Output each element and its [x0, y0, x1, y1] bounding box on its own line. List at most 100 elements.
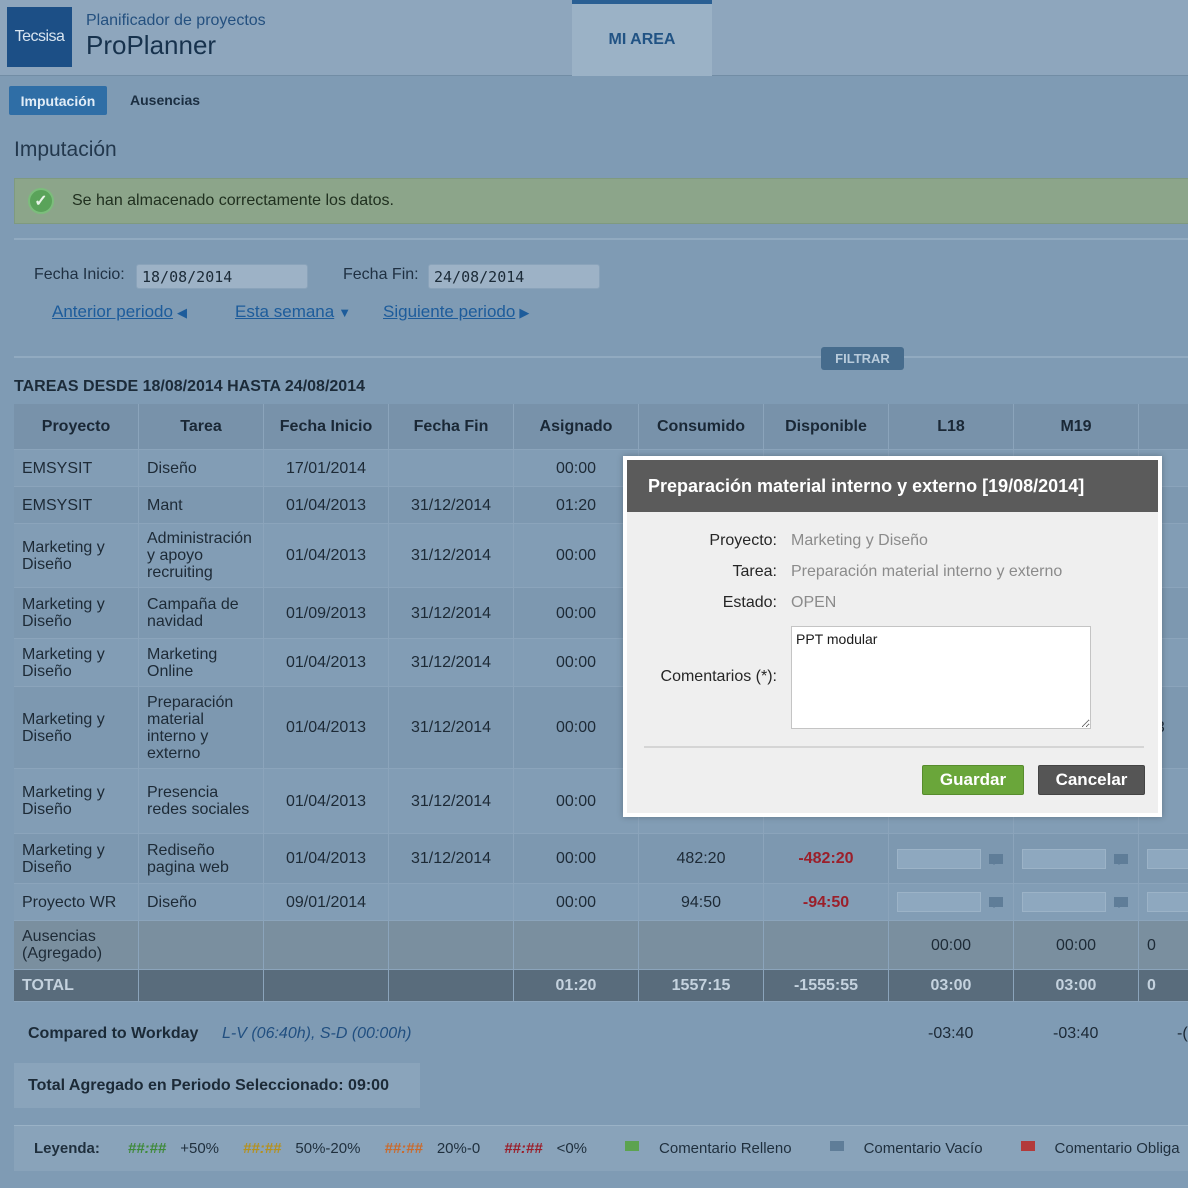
- hours-input[interactable]: [897, 892, 981, 912]
- column-header[interactable]: M19: [1014, 404, 1139, 449]
- cell-proyecto: EMSYSIT: [14, 487, 139, 523]
- column-header: Tarea: [139, 404, 264, 449]
- modal-comments-label: Comentarios (*):: [660, 668, 777, 685]
- legend-label: <0%: [556, 1140, 588, 1157]
- cell-disponible: -482:20: [764, 834, 889, 883]
- modal-divider: [644, 746, 1144, 748]
- cell-fecha-inicio: 01/04/2013: [264, 769, 389, 833]
- column-header[interactable]: L18: [889, 404, 1014, 449]
- cell-proyecto: Ausencias (Agregado): [14, 921, 139, 969]
- legend-item: Comentario Vacío: [829, 1140, 983, 1157]
- modal-proyecto-label: Proyecto:: [709, 532, 777, 549]
- column-header: Asignado: [514, 404, 639, 449]
- comment-icon[interactable]: [989, 897, 1003, 908]
- this-week-link[interactable]: Esta semana ▼: [235, 302, 351, 322]
- table-header-row: Proyecto Tarea Fecha Inicio Fecha Fin As…: [14, 404, 1188, 450]
- hours-input[interactable]: [1022, 892, 1106, 912]
- hours-input[interactable]: [1147, 892, 1188, 912]
- cell-fecha-fin: 31/12/2014: [389, 487, 514, 523]
- legend-label: 20%-0: [436, 1140, 481, 1157]
- filter-button[interactable]: FILTRAR: [821, 347, 904, 370]
- cell-proyecto: Marketing y Diseño: [14, 687, 139, 768]
- table-row: Marketing y Diseño Rediseño pagina web 0…: [14, 834, 1188, 884]
- cell-tarea: Presencia redes sociales: [139, 769, 264, 833]
- cell-asignado: 00:00: [514, 450, 639, 486]
- cell-proyecto: Marketing y Diseño: [14, 834, 139, 883]
- hours-input[interactable]: [1147, 848, 1188, 869]
- legend-item: ##:## <0%: [504, 1140, 587, 1157]
- cell-fecha-fin: 31/12/2014: [389, 769, 514, 833]
- cell-proyecto: Marketing y Diseño: [14, 524, 139, 587]
- legend-item: Comentario Obliga: [1020, 1140, 1180, 1157]
- cell-empty: [389, 970, 514, 1001]
- page-title: Imputación: [14, 138, 117, 161]
- cell-empty: [389, 921, 514, 969]
- cell-total-asignado: 01:20: [514, 970, 639, 1001]
- cell-day-input: [1139, 834, 1188, 883]
- cell-total-day: 03:00: [1014, 970, 1139, 1001]
- hours-input[interactable]: [897, 848, 981, 869]
- cell-fecha-inicio: 01/04/2013: [264, 524, 389, 587]
- cell-empty: [264, 970, 389, 1001]
- cell-total-disponible: -1555:55: [764, 970, 889, 1001]
- compared-workday: L-V (06:40h), S-D (00:00h): [222, 1025, 412, 1042]
- next-period-link[interactable]: Siguiente periodo ▶: [383, 302, 529, 322]
- cell-fecha-inicio: 01/04/2013: [264, 639, 389, 686]
- comment-empty-icon: [829, 1140, 844, 1151]
- modal-tarea-value: Preparación material interno y externo: [791, 563, 1063, 580]
- cancel-button[interactable]: Cancelar: [1038, 765, 1145, 795]
- app-subtitle: Planificador de proyectos: [86, 12, 266, 29]
- comment-icon[interactable]: [1114, 853, 1128, 865]
- cell-asignado: 00:00: [514, 588, 639, 638]
- save-button[interactable]: Guardar: [922, 765, 1024, 795]
- cell-fecha-fin: [389, 450, 514, 486]
- aggregate-row: Ausencias (Agregado) 00:00 00:00 0: [14, 921, 1188, 970]
- modal-title: Preparación material interno y externo […: [627, 460, 1158, 512]
- comment-icon[interactable]: [989, 853, 1003, 865]
- end-date-input[interactable]: [428, 264, 600, 289]
- check-circle-icon: ✓: [28, 188, 54, 214]
- cell-total-day: 03:00: [889, 970, 1014, 1001]
- legend: Leyenda: ##:## +50% ##:## 50%-20% ##:## 20%…: [14, 1125, 1188, 1171]
- header: Tecsisa Planificador de proyectos ProPla…: [0, 0, 1188, 76]
- cell-empty: [264, 921, 389, 969]
- nav-tab-mi-area[interactable]: MI AREA: [572, 0, 712, 76]
- cell-fecha-fin: 31/12/2014: [389, 639, 514, 686]
- cell-proyecto: Proyecto WR: [14, 884, 139, 920]
- column-header: Fecha Inicio: [264, 404, 389, 449]
- previous-period-link[interactable]: Anterior periodo ◀: [52, 302, 187, 322]
- legend-title: Leyenda:: [34, 1140, 100, 1157]
- compared-m19: -03:40: [1053, 1025, 1099, 1042]
- legend-item: ##:## 20%-0: [384, 1140, 480, 1157]
- column-header: Consumido: [639, 404, 764, 449]
- cell-day-input: [1014, 834, 1139, 883]
- divider: [14, 238, 1188, 240]
- legend-label: +50%: [180, 1140, 220, 1157]
- cell-tarea: Rediseño pagina web: [139, 834, 264, 883]
- cell-consumido: 94:50: [639, 884, 764, 920]
- arrow-right-icon: ▶: [519, 305, 530, 320]
- comment-icon[interactable]: [1114, 897, 1128, 908]
- legend-code: ##:##: [504, 1140, 543, 1157]
- legend-item: Comentario Relleno: [625, 1140, 792, 1157]
- legend-item: ##:## 50%-20%: [243, 1140, 360, 1157]
- cell-asignado: 00:00: [514, 687, 639, 768]
- cell-tarea: Marketing Online: [139, 639, 264, 686]
- cell-fecha-inicio: 17/01/2014: [264, 450, 389, 486]
- comments-textarea[interactable]: PPT modular: [791, 626, 1091, 729]
- cell-asignado: 00:00: [514, 884, 639, 920]
- divider: [14, 356, 1188, 358]
- legend-label: Comentario Vacío: [863, 1140, 983, 1157]
- cell-day-input: [1014, 884, 1139, 920]
- start-date-input[interactable]: [136, 264, 308, 289]
- legend-label: 50%-20%: [295, 1140, 361, 1157]
- cell-tarea: Diseño: [139, 450, 264, 486]
- subtab-imputacion[interactable]: Imputación: [9, 86, 107, 115]
- column-header: Disponible: [764, 404, 889, 449]
- modal-estado-value: OPEN: [791, 594, 837, 611]
- hours-input[interactable]: [1022, 848, 1106, 869]
- cell-tarea: Diseño: [139, 884, 264, 920]
- company-logo[interactable]: Tecsisa: [7, 7, 72, 67]
- cell-proyecto: Marketing y Diseño: [14, 769, 139, 833]
- subtab-ausencias[interactable]: Ausencias: [130, 92, 200, 108]
